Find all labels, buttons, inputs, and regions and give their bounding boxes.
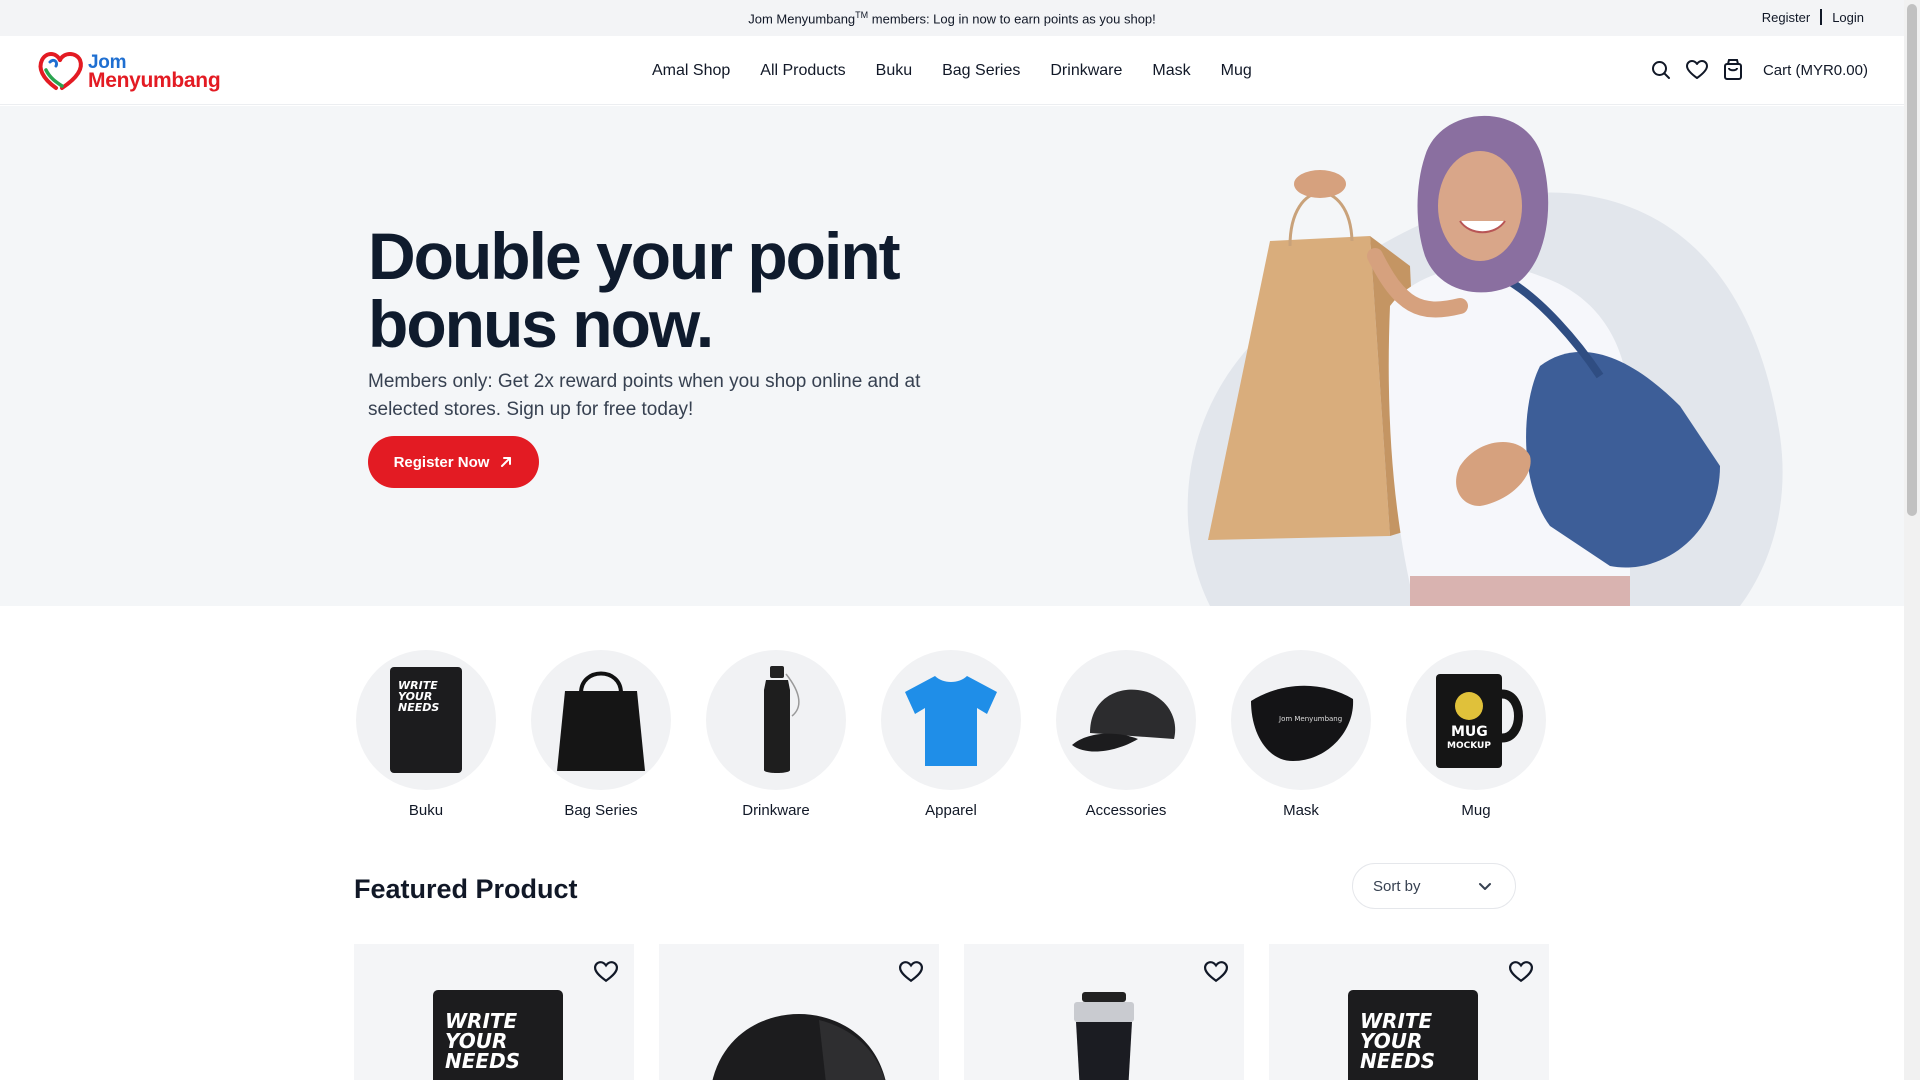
- notebook-text-3: NEEDS: [398, 701, 439, 714]
- mug-text-2: MOCKUP: [1447, 741, 1491, 751]
- sort-by-label: Sort by: [1373, 877, 1421, 895]
- category-label: Drinkware: [742, 802, 810, 819]
- notebook-text-3: NEEDS: [445, 1049, 520, 1073]
- hero-subtitle: Members only: Get 2x reward points when …: [368, 371, 921, 420]
- announcement-brand: Jom Menyumbang: [748, 11, 856, 27]
- nav-item-drinkware[interactable]: Drinkware: [1050, 62, 1122, 80]
- tumbler-image: [1074, 992, 1134, 1080]
- category-label: Buku: [408, 802, 444, 819]
- category-label: Mug: [1461, 802, 1491, 819]
- mask-brand-text: Jom Menyumbang: [1278, 715, 1342, 723]
- mug-text-1: MUG: [1451, 724, 1488, 740]
- nav-item-buku[interactable]: Buku: [876, 62, 912, 80]
- cart-icon[interactable]: [1721, 58, 1745, 82]
- category-image: [706, 650, 846, 790]
- cap-image: [1072, 689, 1176, 752]
- notebook-image: WRITE YOUR NEEDS: [390, 667, 462, 773]
- category-label: Mask: [1283, 802, 1319, 819]
- auth-links: Register Login: [1762, 9, 1864, 25]
- nav-item-mug[interactable]: Mug: [1221, 62, 1252, 80]
- trucker-cap-image: [712, 1014, 886, 1080]
- arrow-up-right-icon: [501, 457, 512, 467]
- heart-logo-icon: [38, 52, 83, 90]
- category-list: WRITE YOUR NEEDS Buku Bag Series Drinkwa…: [356, 650, 1581, 819]
- bottle-image: [764, 666, 800, 773]
- search-icon[interactable]: [1649, 58, 1673, 82]
- register-now-label: Register Now: [393, 453, 490, 471]
- login-link[interactable]: Login: [1832, 10, 1864, 25]
- register-now-button[interactable]: Register Now: [368, 436, 539, 488]
- cart-total[interactable]: Cart (MYR0.00): [1763, 62, 1868, 79]
- category-mug[interactable]: MUG MOCKUP Mug: [1406, 650, 1546, 819]
- notebook-text-3: NEEDS: [1360, 1049, 1435, 1073]
- notebook-image: WRITE YOUR NEEDS: [433, 990, 563, 1080]
- category-apparel[interactable]: Apparel: [881, 650, 1021, 819]
- category-image: MUG MOCKUP: [1406, 650, 1546, 790]
- nav-item-amal-shop[interactable]: Amal Shop: [652, 62, 730, 80]
- announcement-text: Jom MenyumbangTM members: Log in now to …: [0, 10, 1904, 26]
- heart-icon[interactable]: [594, 960, 618, 984]
- trademark-mark: TM: [855, 10, 869, 20]
- product-card[interactable]: [964, 944, 1244, 1080]
- hero-title: Double your point bonus now.: [368, 222, 968, 358]
- category-label: Accessories: [1085, 802, 1167, 819]
- site-header: Jom Menyumbang Amal Shop All Products Bu…: [0, 36, 1904, 105]
- nav-item-bag-series[interactable]: Bag Series: [942, 62, 1020, 80]
- hero-banner: Double your point bonus now. Members onl…: [0, 106, 1904, 606]
- announcement-bar: Jom MenyumbangTM members: Log in now to …: [0, 0, 1904, 36]
- product-grid: WRITE YOUR NEEDS WRITE YOUR NEEDS: [354, 944, 1574, 1080]
- hero-title-line2: bonus now.: [368, 287, 714, 361]
- heart-icon[interactable]: [1509, 960, 1533, 984]
- category-label: Apparel: [925, 802, 977, 819]
- category-image: [1056, 650, 1196, 790]
- category-image: WRITE YOUR NEEDS: [356, 650, 496, 790]
- product-card[interactable]: WRITE YOUR NEEDS: [1269, 944, 1549, 1080]
- brand-wordmark: Jom Menyumbang: [88, 53, 221, 92]
- product-card[interactable]: [659, 944, 939, 1080]
- category-buku[interactable]: WRITE YOUR NEEDS Buku: [356, 650, 496, 819]
- category-bag-series[interactable]: Bag Series: [531, 650, 671, 819]
- header-actions: Cart (MYR0.00): [1649, 58, 1868, 82]
- category-drinkware[interactable]: Drinkware: [706, 650, 846, 819]
- mug-image: MUG MOCKUP: [1436, 674, 1523, 768]
- category-accessories[interactable]: Accessories: [1056, 650, 1196, 819]
- brand-line2: Menyumbang: [88, 69, 221, 92]
- heart-icon[interactable]: [899, 960, 923, 984]
- mask-image: Jom Menyumbang: [1251, 685, 1354, 761]
- hero-title-line1: Double your point: [368, 219, 901, 293]
- nav-item-mask[interactable]: Mask: [1152, 62, 1190, 80]
- announcement-message: members: Log in now to earn points as yo…: [868, 11, 1156, 27]
- page-scrollbar[interactable]: [1904, 0, 1920, 1080]
- category-label: Bag Series: [564, 802, 638, 819]
- category-image: Jom Menyumbang: [1231, 650, 1371, 790]
- scrollbar-thumb[interactable]: [1907, 4, 1917, 516]
- main-nav: Amal Shop All Products Buku Bag Series D…: [652, 62, 1282, 80]
- hero-shopper-image: [1187, 115, 1783, 606]
- tshirt-image: [905, 676, 997, 766]
- category-image: [881, 650, 1021, 790]
- brand-logo[interactable]: Jom Menyumbang: [36, 48, 236, 94]
- auth-divider: [1820, 9, 1823, 25]
- nav-item-all-products[interactable]: All Products: [760, 62, 845, 80]
- heart-icon[interactable]: [1204, 960, 1228, 984]
- product-card[interactable]: WRITE YOUR NEEDS: [354, 944, 634, 1080]
- category-mask[interactable]: Jom Menyumbang Mask: [1231, 650, 1371, 819]
- category-image: [531, 650, 671, 790]
- chevron-down-icon: [1479, 883, 1491, 890]
- featured-title: Featured Product: [354, 874, 578, 904]
- notebook-image: WRITE YOUR NEEDS: [1348, 990, 1478, 1080]
- register-link[interactable]: Register: [1762, 10, 1810, 25]
- tote-bag-image: [557, 671, 645, 771]
- heart-icon[interactable]: [1685, 58, 1709, 82]
- sort-by-select[interactable]: Sort by: [1352, 863, 1516, 909]
